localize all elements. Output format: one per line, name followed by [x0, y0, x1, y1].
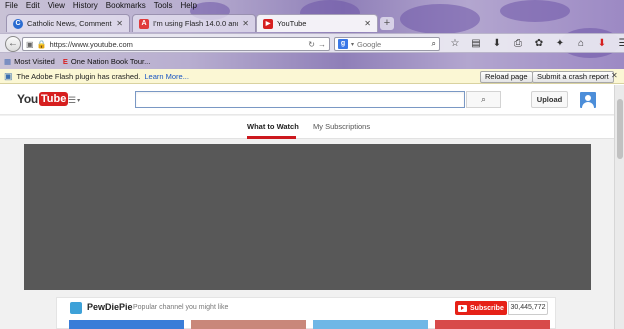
tab-title: I'm using Flash 14.0.0 and ...: [153, 19, 238, 28]
menu-bar: File Edit View History Bookmarks Tools H…: [0, 0, 197, 12]
avatar[interactable]: [580, 92, 596, 108]
video-thumbnail[interactable]: [69, 320, 184, 329]
google-icon[interactable]: g: [338, 39, 348, 49]
video-thumbnail[interactable]: [313, 320, 428, 329]
menu-tools[interactable]: Tools: [154, 0, 173, 12]
menu-edit[interactable]: Edit: [26, 0, 40, 12]
youtube-play-icon: [458, 304, 467, 312]
bookmarks-toolbar: ▦ Most Visited E One Nation Book Tour...: [0, 54, 150, 68]
gear-icon[interactable]: ✿: [532, 37, 546, 51]
navigation-bar: ← ▣ 🔒 ↻ → g ▾ ⌕ ☆ ▤ ⬇ ⎙ ✿ ✦ ⌂ ⬇ ☰: [0, 33, 624, 53]
close-notification-icon[interactable]: ✕: [611, 71, 618, 80]
tab-favicon-icon: C: [13, 18, 23, 29]
crash-message: The Adobe Flash plugin has crashed.: [16, 71, 141, 81]
tab-my-subscriptions[interactable]: My Subscriptions: [313, 122, 370, 131]
logo-you: You: [17, 92, 38, 106]
bookmark-label: Most Visited: [14, 56, 55, 66]
tab-favicon-icon: ▶: [263, 18, 273, 29]
search-icon[interactable]: ⌕: [432, 39, 436, 49]
bookmark-label: One Nation Book Tour...: [70, 56, 151, 66]
folder-icon: ▦: [4, 56, 12, 66]
tab-what-to-watch[interactable]: What to Watch: [247, 122, 299, 131]
print-icon[interactable]: ⎙: [511, 37, 525, 51]
tab-title: Catholic News, Commenta...: [27, 19, 112, 28]
close-tab-icon[interactable]: ✕: [242, 19, 249, 28]
youtube-search-input[interactable]: [135, 91, 465, 108]
search-icon: ⌕: [480, 94, 487, 104]
avatar-head: [585, 95, 591, 101]
search-bar[interactable]: g ▾ ⌕: [334, 37, 440, 51]
upload-button[interactable]: Upload: [531, 91, 568, 108]
browser-chrome: File Edit View History Bookmarks Tools H…: [0, 0, 624, 69]
site-identity-icon[interactable]: ▣: [26, 40, 34, 49]
reload-icon[interactable]: ↻: [308, 40, 315, 49]
menu-view[interactable]: View: [48, 0, 65, 12]
star-icon[interactable]: ☆: [448, 37, 462, 51]
plugin-crash-icon: ▣: [4, 70, 13, 81]
tab-youtube[interactable]: ▶ YouTube ✕: [256, 14, 378, 32]
toolbar-icons: ☆ ▤ ⬇ ⎙ ✿ ✦ ⌂ ⬇ ☰: [448, 37, 624, 51]
menu-bookmarks[interactable]: Bookmarks: [106, 0, 146, 12]
tab-title: YouTube: [277, 19, 307, 28]
bookmark-one-nation[interactable]: E One Nation Book Tour...: [63, 57, 151, 66]
youtube-page: You Tube ☰ ▾ ⌕ Upload What to Watch My S…: [0, 85, 614, 329]
subscriber-count: 30,445,772: [508, 301, 548, 315]
url-input[interactable]: [49, 39, 306, 49]
plugin-crash-notification: ▣ The Adobe Flash plugin has crashed. Le…: [0, 69, 624, 84]
bookmark-most-visited[interactable]: ▦ Most Visited: [4, 57, 55, 66]
new-tab-button[interactable]: +: [380, 17, 394, 30]
feed-tabs: What to Watch My Subscriptions: [0, 116, 614, 139]
bookmarks-list-icon[interactable]: ▤: [469, 37, 483, 51]
close-tab-icon[interactable]: ✕: [116, 19, 123, 28]
bookmark-favicon-icon: E: [62, 56, 68, 66]
tab-catholic-news[interactable]: C Catholic News, Commenta... ✕: [6, 14, 130, 32]
subscribe-button[interactable]: Subscribe: [455, 301, 507, 315]
youtube-search-button[interactable]: ⌕: [466, 91, 501, 108]
scrollbar-thumb[interactable]: [617, 99, 623, 159]
tab-flash-question[interactable]: A I'm using Flash 14.0.0 and ... ✕: [132, 14, 256, 32]
search-input[interactable]: [357, 39, 429, 49]
menu-file[interactable]: File: [5, 0, 18, 12]
chevron-down-icon: ▾: [77, 97, 81, 104]
reload-page-button[interactable]: Reload page: [480, 71, 533, 83]
video-thumbnail[interactable]: [191, 320, 306, 329]
video-thumbnails: [69, 320, 550, 329]
back-button[interactable]: ←: [5, 36, 21, 52]
menu-history[interactable]: History: [73, 0, 98, 12]
avatar-body: [582, 102, 594, 108]
chevron-down-icon[interactable]: ▾: [351, 41, 354, 48]
learn-more-link[interactable]: Learn More...: [144, 72, 189, 81]
active-tab-indicator: [247, 136, 296, 139]
youtube-masthead: You Tube ☰ ▾ ⌕ Upload: [0, 85, 614, 115]
page-scrollbar[interactable]: [614, 85, 624, 329]
tab-strip: C Catholic News, Commenta... ✕ A I'm usi…: [0, 13, 624, 33]
video-player-crashed[interactable]: [24, 144, 591, 290]
video-thumbnail[interactable]: [435, 320, 550, 329]
channel-shelf: PewDiePie Popular channel you might like…: [56, 297, 556, 329]
addons-icon[interactable]: ✦: [553, 37, 567, 51]
lock-icon: 🔒: [36, 39, 47, 49]
guide-menu-button[interactable]: ☰ ▾: [68, 94, 86, 106]
pocket-icon[interactable]: ⬇: [595, 37, 609, 51]
menu-help[interactable]: Help: [180, 0, 196, 12]
close-tab-icon[interactable]: ✕: [364, 19, 371, 28]
hamburger-icon: ☰: [68, 94, 77, 105]
download-icon[interactable]: ⬇: [490, 37, 504, 51]
tab-favicon-icon: A: [139, 18, 149, 29]
forward-arrow-icon[interactable]: →: [318, 40, 326, 49]
menu-icon[interactable]: ☰: [616, 37, 624, 51]
subscribe-label: Subscribe: [470, 304, 504, 312]
channel-avatar[interactable]: [70, 302, 82, 314]
youtube-logo[interactable]: You Tube: [17, 92, 69, 106]
url-bar[interactable]: ▣ 🔒 ↻ →: [22, 37, 330, 51]
channel-tagline: Popular channel you might like: [133, 304, 229, 311]
logo-tube: Tube: [38, 92, 69, 106]
channel-name[interactable]: PewDiePie: [87, 302, 133, 312]
home-icon[interactable]: ⌂: [574, 37, 588, 51]
submit-crash-report-button[interactable]: Submit a crash report: [532, 71, 614, 83]
